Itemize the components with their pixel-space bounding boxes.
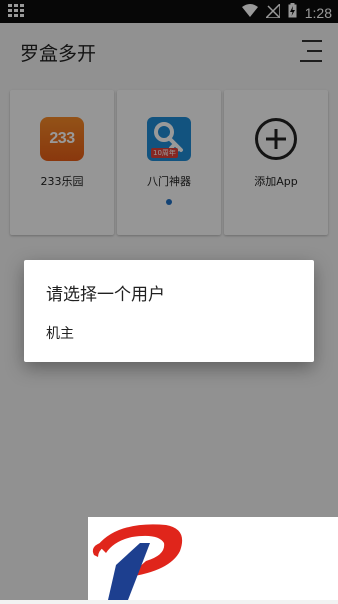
user-option-owner[interactable]: 机主 <box>46 323 74 343</box>
dialog-title: 请选择一个用户 <box>46 285 165 305</box>
brand-logo-icon <box>92 524 183 600</box>
select-user-dialog: 请选择一个用户 机主 <box>24 260 314 362</box>
watermark-banner <box>88 517 338 600</box>
